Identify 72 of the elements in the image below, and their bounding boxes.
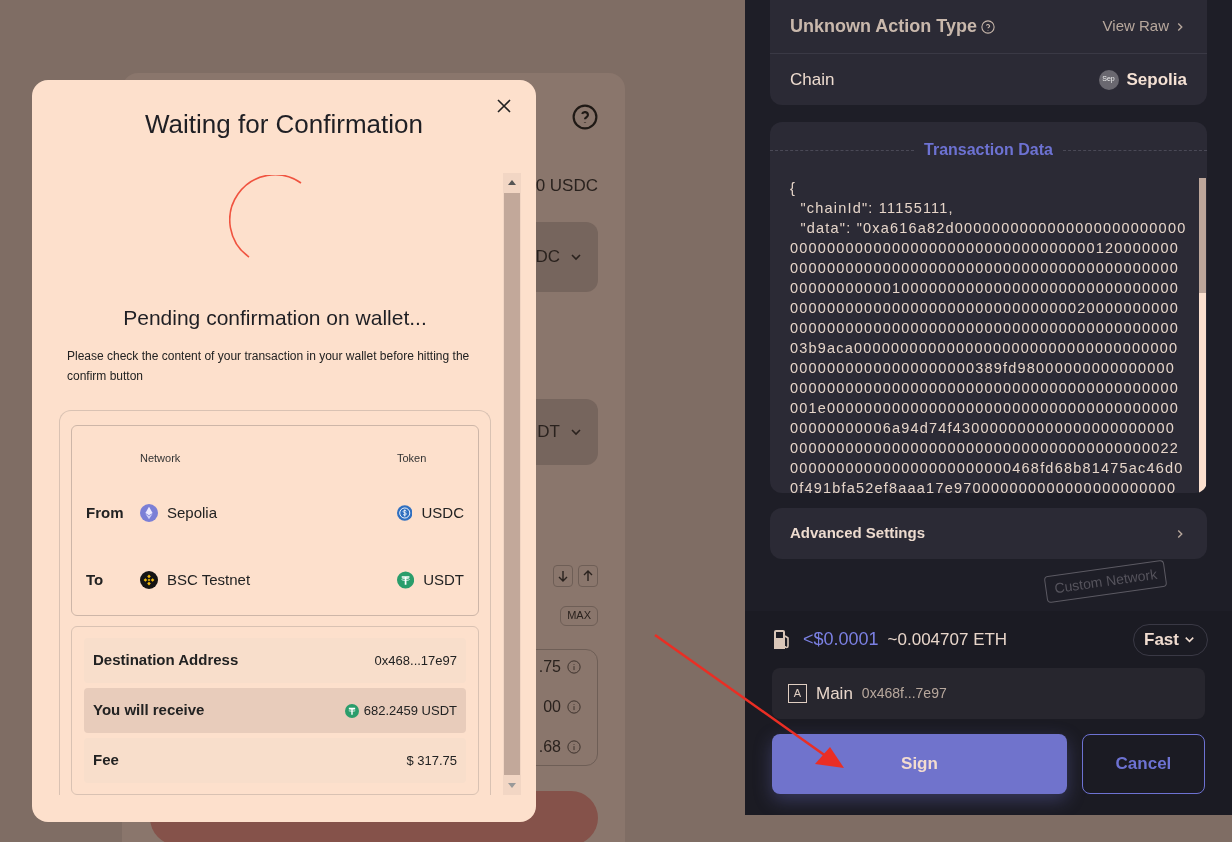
code-line: 000000000000000000000000000000000000000000 [790, 379, 1180, 398]
gas-eth-text: ~0.004707 ETH [887, 628, 1008, 651]
info-icon [567, 700, 581, 714]
arrow-down-icon [557, 569, 569, 582]
sort-down-button[interactable] [553, 564, 573, 587]
gas-usd-text: <$0.0001 [803, 628, 879, 651]
detail-value: 682.2459 USDT [363, 701, 457, 720]
code-line: 03b9aca00000000000000000000000000000000000 [790, 339, 1179, 358]
bnb-coin-icon [140, 571, 158, 590]
token-name: USDT [423, 570, 464, 590]
code-line: 001e00000000000000000000000000000000000000 [790, 399, 1180, 418]
code-line: 000000000000000000000000468fd68b81475ac46d0 [790, 459, 1184, 478]
usdc-coin-icon [397, 503, 413, 522]
scroll-up-icon [508, 180, 516, 185]
code-line: 000000000001000000000000000000000000000000 [790, 279, 1180, 298]
info-icon [567, 740, 581, 754]
help-icon [981, 19, 995, 34]
detail-label: Destination Address [93, 650, 239, 671]
sign-button[interactable]: Sign [772, 734, 1067, 794]
max-button[interactable]: MAX [560, 605, 598, 626]
modal-title: Waiting for Confirmation [145, 107, 423, 141]
code-line: 0f491bfa52ef8aaa17e970000000000000000000000 [790, 479, 1177, 493]
account-name: Main [816, 682, 853, 705]
code-line: "chainId": 11155111, [799, 199, 954, 218]
token-name: USDC [421, 502, 464, 523]
code-line: 000000000000000000000000000000000120000000 [790, 239, 1180, 258]
code-line: "data": "0xa616a82d0000000000000000000000000 [799, 219, 1187, 238]
column-header: Token [397, 451, 428, 466]
code-line: 000000000000000000000000000000000000000000 [790, 319, 1180, 338]
summary-value: .75 [538, 657, 561, 677]
scrollbar-thumb[interactable] [504, 192, 520, 775]
code-line: 00000000006a94d74f430000000000000000000000 [790, 419, 1176, 438]
info-icon [567, 660, 581, 674]
sort-up-button[interactable] [578, 564, 598, 587]
detail-value: 0x468...17e97 [374, 651, 457, 670]
instruction-text: Please check the content of your transaction in your wallet before hitting the confirm button [66, 348, 471, 385]
network-name: Sepolia [167, 502, 218, 523]
code-line: 000000000000000000000000000000020000000000 [790, 299, 1180, 318]
account-address: 0x468f...7e97 [861, 684, 947, 703]
detail-value: $ 317.75 [406, 751, 457, 770]
advanced-settings-row[interactable]: Advanced Settings [770, 508, 1207, 559]
action-type-title: Unknown Action Type [790, 15, 977, 38]
route-label: From [86, 502, 125, 523]
section-title: Transaction Data [923, 140, 1054, 160]
tether-coin-icon [397, 571, 415, 590]
view-raw-link[interactable]: View Raw [1102, 15, 1187, 38]
summary-value: 00 [543, 697, 561, 717]
detail-label: You will receive [93, 700, 205, 721]
cancel-button[interactable]: Cancel [1081, 734, 1205, 794]
account-badge: A [788, 684, 807, 703]
code-line: 000000000000000000000000000000000000000000 [790, 259, 1180, 278]
code-line: { [790, 179, 797, 198]
arrow-up-icon [582, 569, 594, 582]
account-row[interactable]: A Main 0x468f...7e97 [772, 668, 1205, 719]
balance-text: 0 USDC [535, 175, 598, 197]
help-icon [572, 104, 598, 130]
network-name: BSC Testnet [167, 570, 251, 590]
close-icon [496, 98, 512, 114]
code-line: 00000000000000000000389fd98000000000000000 [790, 359, 1176, 378]
summary-value: .68 [538, 737, 561, 757]
column-header: Network [140, 451, 182, 466]
pending-heading: Pending confirmation on wallet... [123, 304, 427, 331]
code-line: 000000000000000000000000000000000000000022 [790, 439, 1180, 458]
route-label: To [86, 570, 105, 590]
tether-coin-icon [344, 703, 359, 718]
ethereum-icon [140, 503, 158, 522]
scrollbar-thumb[interactable] [1199, 178, 1206, 293]
chain-name: Sepolia [1126, 68, 1187, 91]
gas-pump-icon [772, 628, 792, 651]
detail-label: Fee [93, 750, 119, 771]
scroll-down-icon [508, 782, 516, 788]
chain-label: Chain [790, 68, 835, 91]
